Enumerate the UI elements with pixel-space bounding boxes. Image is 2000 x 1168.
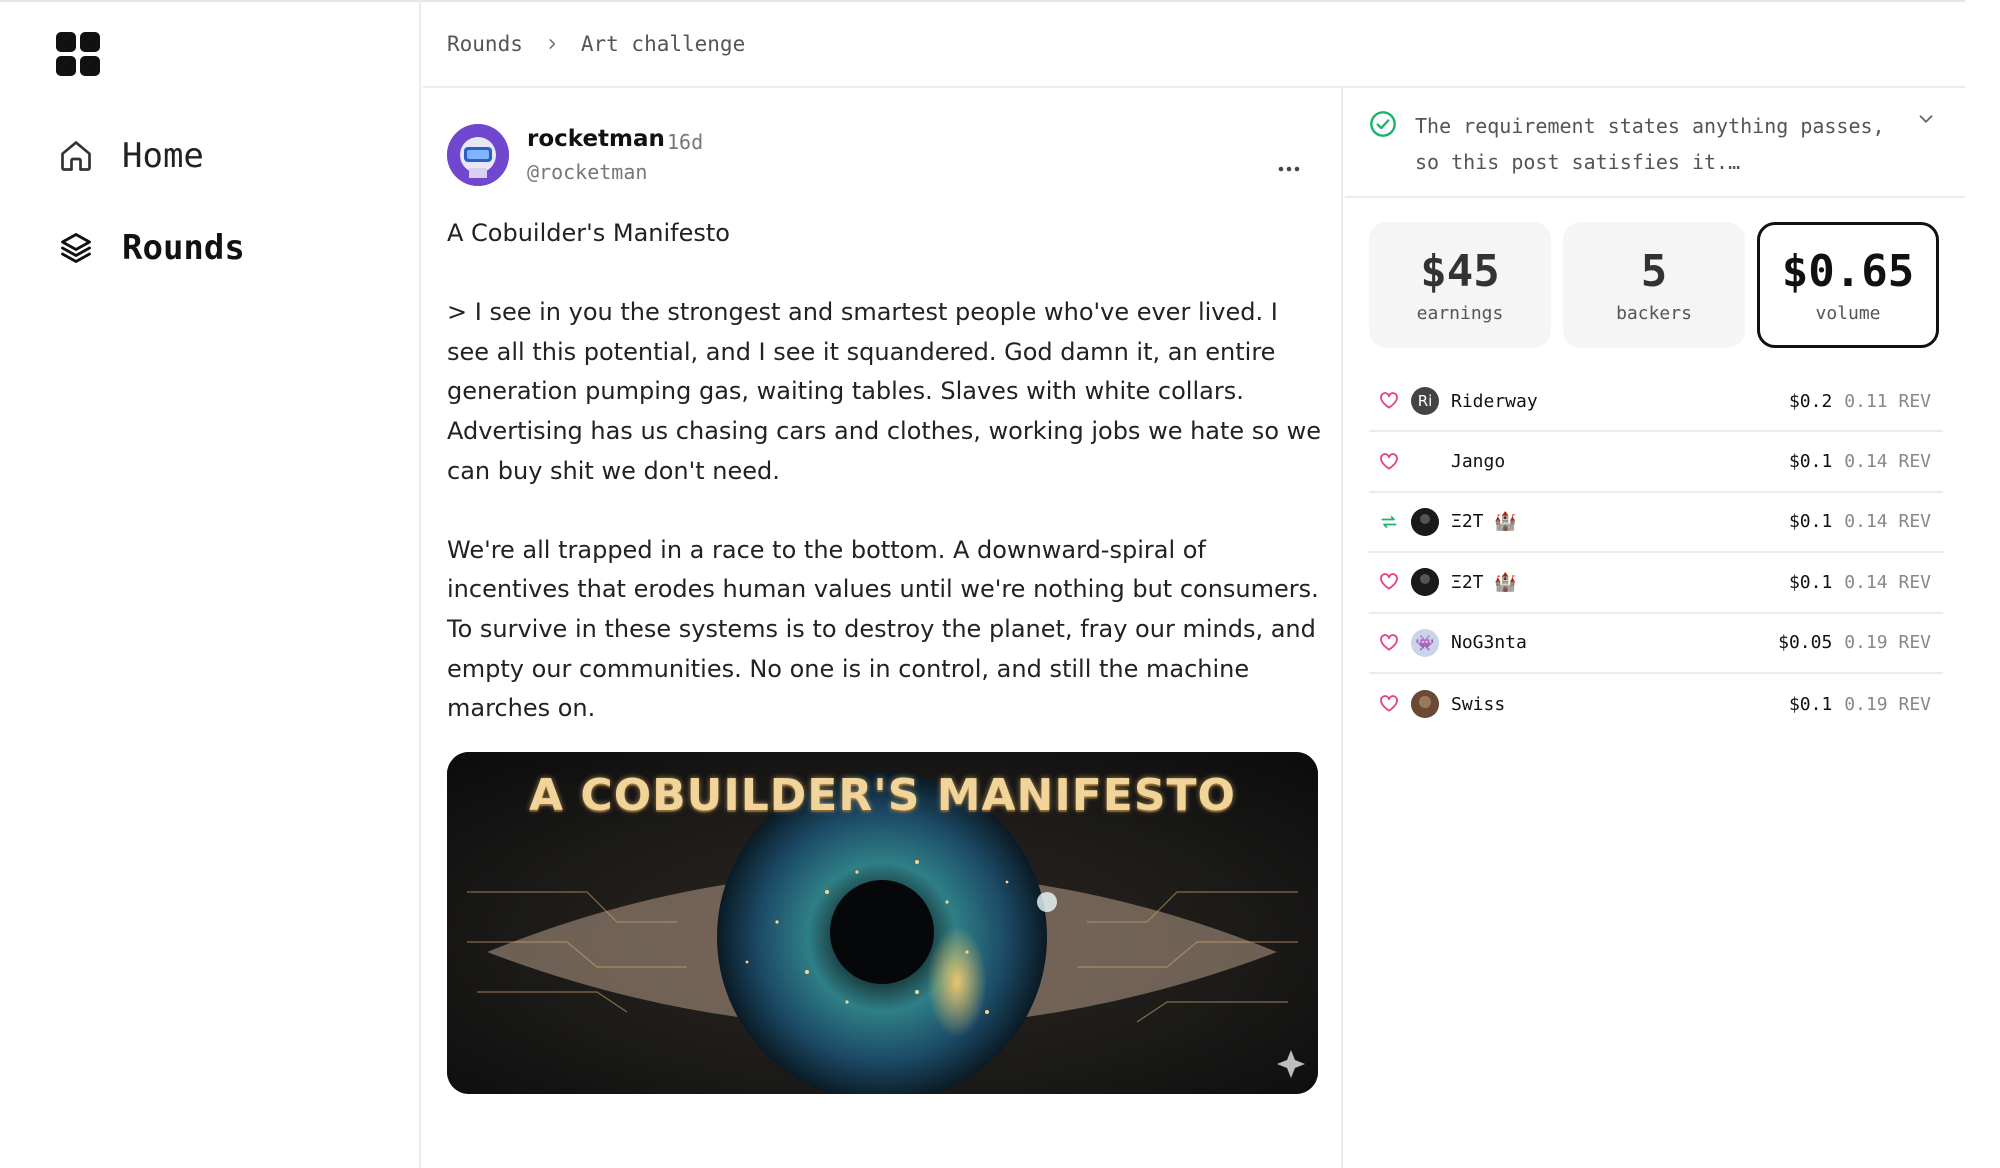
post-body: A Cobuilder's Manifesto > I see in you t… <box>447 214 1327 768</box>
backer-amount: $0.1 <box>1788 571 1833 593</box>
sidebar-item-home[interactable]: Home <box>56 126 204 186</box>
heart-icon <box>1369 452 1409 472</box>
stat-label: volume <box>1815 303 1881 324</box>
heart-icon <box>1369 391 1409 411</box>
stat-value: 5 <box>1640 246 1668 297</box>
breadcrumb: Rounds Art challenge <box>423 2 1965 88</box>
sidebar-item-label: Home <box>122 136 204 176</box>
stat-label: earnings <box>1416 303 1504 324</box>
author-avatar[interactable] <box>447 124 509 186</box>
heart-icon <box>1369 633 1409 653</box>
chevron-right-icon <box>545 32 559 56</box>
round-details-panel: The requirement states anything passes, … <box>1345 88 1965 1168</box>
layers-icon <box>56 228 96 268</box>
backer-rev: 0.14 REV <box>1844 451 1931 473</box>
backer-amount: $0.1 <box>1788 693 1833 715</box>
requirement-text: The requirement states anything passes, … <box>1415 114 1885 174</box>
avatar: 👾 <box>1411 628 1439 657</box>
post-image[interactable]: A COBUILDER'S MANIFESTO <box>447 752 1318 1094</box>
backer-name: Ξ2T 🏰 <box>1451 511 1517 533</box>
check-circle-icon <box>1369 110 1397 138</box>
image-overlay-title: A COBUILDER'S MANIFESTO <box>529 770 1236 821</box>
backer-rev: 0.14 REV <box>1844 511 1931 533</box>
sidebar-item-label: Rounds <box>122 228 245 268</box>
stat-label: backers <box>1616 303 1692 324</box>
backer-rev: 0.11 REV <box>1844 390 1931 412</box>
backer-amount: $0.1 <box>1788 451 1833 473</box>
avatar <box>1411 568 1439 597</box>
requirement-summary[interactable]: The requirement states anything passes, … <box>1345 88 1965 198</box>
backers-list: Ri Riderway $0.2 0.11 REV 🕯 Jango $0.1 0… <box>1369 372 1943 734</box>
backer-amount: $0.05 <box>1778 632 1833 654</box>
backer-name: NoG3nta <box>1451 632 1527 654</box>
app-logo-icon[interactable] <box>56 32 100 76</box>
home-icon <box>56 136 96 176</box>
backer-amount: $0.1 <box>1788 511 1833 533</box>
backer-rev: 0.14 REV <box>1844 571 1931 593</box>
chevron-down-icon[interactable] <box>1915 108 1943 136</box>
author-name[interactable]: rocketman <box>527 126 665 152</box>
backer-amount: $0.2 <box>1788 390 1833 412</box>
backer-rev: 0.19 REV <box>1844 693 1931 715</box>
sidebar-item-rounds[interactable]: Rounds <box>56 218 245 278</box>
post-card: rocketman 16d @rocketman A Cobuilder's M… <box>423 88 1343 1168</box>
post-title: A Cobuilder's Manifesto <box>447 219 730 247</box>
stat-backers[interactable]: 5 backers <box>1563 222 1745 348</box>
breadcrumb-item-rounds[interactable]: Rounds <box>447 32 523 56</box>
list-item[interactable]: 🕯 Jango $0.1 0.14 REV <box>1369 432 1943 493</box>
stat-value: $45 <box>1420 246 1500 297</box>
backer-rev: 0.19 REV <box>1844 632 1931 654</box>
avatar <box>1411 690 1439 719</box>
list-item[interactable]: Ξ2T 🏰 $0.1 0.14 REV <box>1369 553 1943 614</box>
sidebar: Home Rounds <box>0 0 421 1168</box>
avatar: Ri <box>1411 387 1439 416</box>
backer-name: Swiss <box>1451 693 1506 715</box>
backer-name: Jango <box>1451 451 1506 473</box>
stat-value: $0.65 <box>1781 246 1915 297</box>
stat-earnings[interactable]: $45 earnings <box>1369 222 1551 348</box>
heart-icon <box>1369 694 1409 714</box>
backer-name: Riderway <box>1451 390 1538 412</box>
ellipsis-icon <box>1278 157 1300 176</box>
avatar: 🕯 <box>1411 447 1439 476</box>
list-item[interactable]: 👾 NoG3nta $0.05 0.19 REV <box>1369 614 1943 674</box>
backer-name: Ξ2T 🏰 <box>1451 571 1517 593</box>
post-age: 16d <box>667 130 704 154</box>
avatar <box>1411 507 1439 536</box>
stat-volume[interactable]: $0.65 volume <box>1757 222 1939 348</box>
list-item[interactable]: Ri Riderway $0.2 0.11 REV <box>1369 372 1943 433</box>
author-handle[interactable]: @rocketman <box>527 160 647 184</box>
list-item[interactable]: Ξ2T 🏰 $0.1 0.14 REV <box>1369 493 1943 554</box>
list-item[interactable]: Swiss $0.1 0.19 REV <box>1369 674 1943 734</box>
post-paragraph: We're all trapped in a race to the botto… <box>447 535 1319 723</box>
post-paragraph: > I see in you the strongest and smartes… <box>447 298 1322 485</box>
more-options-button[interactable] <box>1271 148 1307 184</box>
heart-icon <box>1369 572 1409 592</box>
breadcrumb-item-current: Art challenge <box>580 32 746 56</box>
recast-icon <box>1369 512 1409 532</box>
